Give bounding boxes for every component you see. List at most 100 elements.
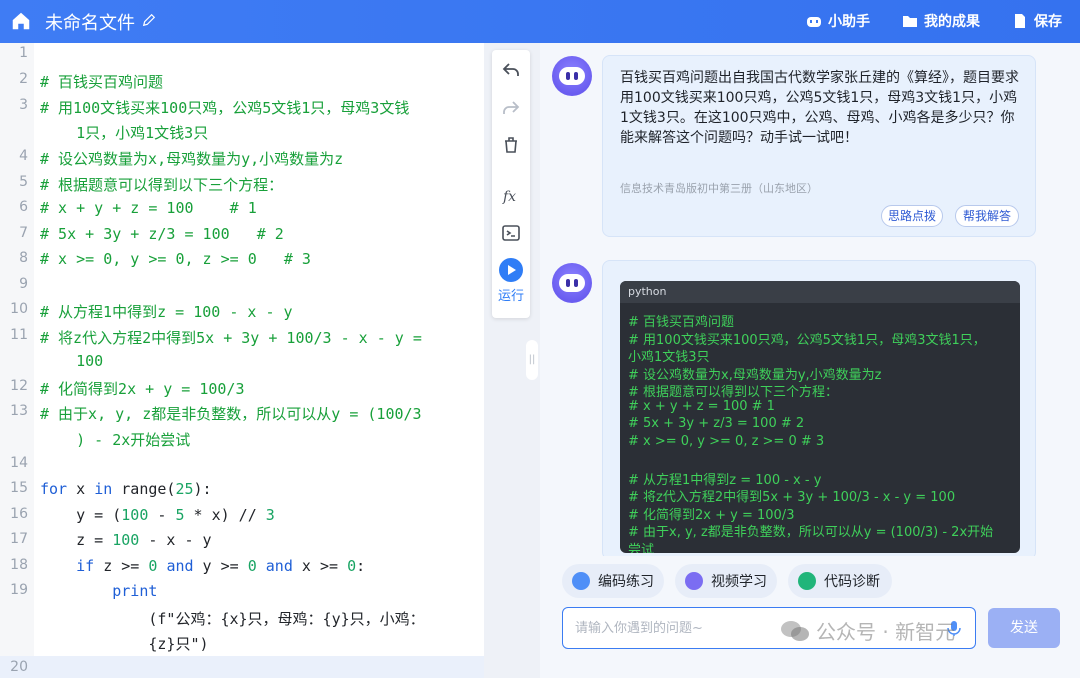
code-icon	[572, 572, 590, 590]
help-answer-button[interactable]: 帮我解答	[955, 205, 1019, 227]
line-number: 1	[19, 45, 28, 61]
code-block-line: 小鸡1文钱3只	[628, 350, 710, 365]
number-literal: 0	[347, 557, 357, 575]
coding-practice-chip[interactable]: 编码练习	[562, 564, 664, 598]
code-language-label: python	[620, 281, 1020, 303]
line-number: 6	[19, 199, 28, 215]
panel-splitter-handle[interactable]: ||	[526, 340, 538, 380]
file-title[interactable]: 未命名文件	[45, 9, 135, 35]
line-number: 10	[10, 301, 28, 317]
assistant-avatar	[552, 56, 592, 96]
code-text: 100	[40, 352, 104, 370]
home-icon[interactable]	[10, 10, 32, 32]
line-number: 3	[19, 97, 28, 113]
line-number: 12	[10, 378, 28, 394]
line-number: 9	[19, 276, 28, 292]
wechat-watermark: 公众号 · 新智元	[780, 616, 955, 645]
line-number: 16	[10, 506, 28, 522]
keyword-for: for	[40, 480, 68, 498]
keyword-if: if	[76, 557, 95, 575]
number-literal: 100	[121, 506, 149, 524]
code-block: python # 百钱买百鸡问题 # 用100文钱买来100只鸡，公鸡5文钱1只…	[620, 281, 1020, 553]
line-number: 14	[10, 455, 28, 471]
code-text: # 将z代入方程2中得到5x + 3y + 100/3 - x - y =	[40, 329, 422, 347]
edit-icon[interactable]	[142, 13, 156, 27]
question-bubble: 百钱买百鸡问题出自我国古代数学家张丘建的《算经》，题目要求用100文钱买来100…	[602, 55, 1036, 237]
line-number: 13	[10, 403, 28, 419]
folder-icon	[903, 16, 917, 27]
code-editor[interactable]: 1 2 # 百钱买百鸡问题 3 # 用100文钱买来100只鸡，公鸡5文钱1只，母鸡…	[0, 43, 484, 678]
my-results-label: 我的成果	[924, 14, 980, 30]
code-block-line: # x >= 0, y >= 0, z >= 0 # 3	[628, 434, 825, 449]
line-number: 7	[19, 225, 28, 241]
number-literal: 25	[175, 480, 194, 498]
code-text: 1只，小鸡1文钱3只	[40, 124, 209, 142]
undo-icon[interactable]	[501, 60, 521, 80]
line-number: 5	[19, 174, 28, 190]
coding-practice-label: 编码练习	[598, 574, 654, 590]
active-line-highlight	[0, 656, 484, 678]
hint-button[interactable]: 思路点拨	[881, 205, 943, 227]
keyword-in: in	[94, 480, 113, 498]
code-block-line: 尝试	[628, 543, 655, 553]
top-bar: 未命名文件 小助手 我的成果 保存	[0, 0, 1080, 43]
line-number: 20	[10, 659, 28, 675]
wechat-icon	[781, 620, 809, 641]
number-literal: 3	[265, 506, 275, 524]
trash-icon[interactable]	[501, 135, 521, 155]
line-number: 17	[10, 531, 28, 547]
editor-toolbar: fx 运行	[492, 50, 530, 318]
assistant-avatar	[552, 263, 592, 303]
code-block-line: # x + y + z = 100 # 1	[628, 399, 775, 414]
source-label: 信息技术青岛版初中第三册（山东地区）	[620, 182, 818, 195]
code-text: y = (100 - 5 * x) // 3	[40, 506, 275, 524]
save-button[interactable]: 保存	[1012, 11, 1062, 31]
my-results-button[interactable]: 我的成果	[902, 11, 980, 31]
code-text: print	[40, 582, 158, 600]
code-text: ) - 2x开始尝试	[40, 431, 191, 449]
code-block-line: # 5x + 3y + z/3 = 100 # 2	[628, 416, 805, 431]
code-text: # 从方程1中得到z = 100 - x - y	[40, 303, 293, 321]
assistant-button[interactable]: 小助手	[806, 11, 870, 31]
video-learning-label: 视频学习	[711, 574, 767, 590]
code-text: # x + y + z = 100 # 1	[40, 199, 257, 217]
number-literal: 100	[112, 531, 140, 549]
code-text: (f"公鸡：{x}只，母鸡：{y}只，小鸡：	[40, 610, 425, 628]
code-diagnosis-chip[interactable]: 代码诊断	[788, 564, 892, 598]
code-block-line: # 由于x, y, z都是非负整数，所以可以从y = (100/3) - 2x开…	[628, 525, 994, 540]
code-text: # 用100文钱买来100只鸡，公鸡5文钱1只，母鸡3文钱	[40, 99, 410, 117]
code-text: z = 100 - x - y	[40, 531, 212, 549]
function-icon[interactable]: fx	[501, 186, 521, 206]
save-label: 保存	[1034, 14, 1062, 30]
redo-icon[interactable]	[501, 98, 521, 118]
terminal-icon[interactable]	[501, 223, 521, 243]
line-number: 15	[10, 480, 28, 496]
code-block-line: # 百钱买百鸡问题	[628, 315, 735, 330]
search-icon	[798, 572, 816, 590]
play-icon	[685, 572, 703, 590]
line-number: 8	[19, 250, 28, 266]
code-text: # 根据题意可以得到以下三个方程：	[40, 176, 284, 194]
send-button[interactable]: 发送	[988, 608, 1060, 648]
svg-text:fx: fx	[502, 189, 516, 205]
code-text: # 设公鸡数量为x,母鸡数量为y,小鸡数量为z	[40, 150, 344, 168]
run-button[interactable]	[499, 258, 523, 282]
assistant-label: 小助手	[828, 14, 870, 30]
document-icon	[1015, 14, 1025, 28]
answer-bubble: python # 百钱买百鸡问题 # 用100文钱买来100只鸡，公鸡5文钱1只…	[602, 260, 1036, 560]
number-literal: 0	[247, 557, 257, 575]
code-text: # x >= 0, y >= 0, z >= 0 # 3	[40, 250, 311, 268]
question-text: 百钱买百鸡问题出自我国古代数学家张丘建的《算经》，题目要求用100文钱买来100…	[620, 70, 1019, 146]
code-text: {z}只")	[40, 635, 209, 653]
video-learning-chip[interactable]: 视频学习	[675, 564, 777, 598]
code-diagnosis-label: 代码诊断	[824, 574, 880, 590]
line-number: 2	[19, 71, 28, 87]
line-number: 19	[10, 582, 28, 598]
keyword-and: and	[265, 557, 293, 575]
code-block-line: # 根据题意可以得到以下三个方程：	[628, 385, 839, 400]
code-text: # 化简得到2x + y = 100/3	[40, 380, 245, 398]
run-label[interactable]: 运行	[492, 285, 530, 304]
robot-icon	[807, 17, 821, 27]
code-text: # 百钱买百鸡问题	[40, 73, 164, 91]
line-number: 4	[19, 148, 28, 164]
